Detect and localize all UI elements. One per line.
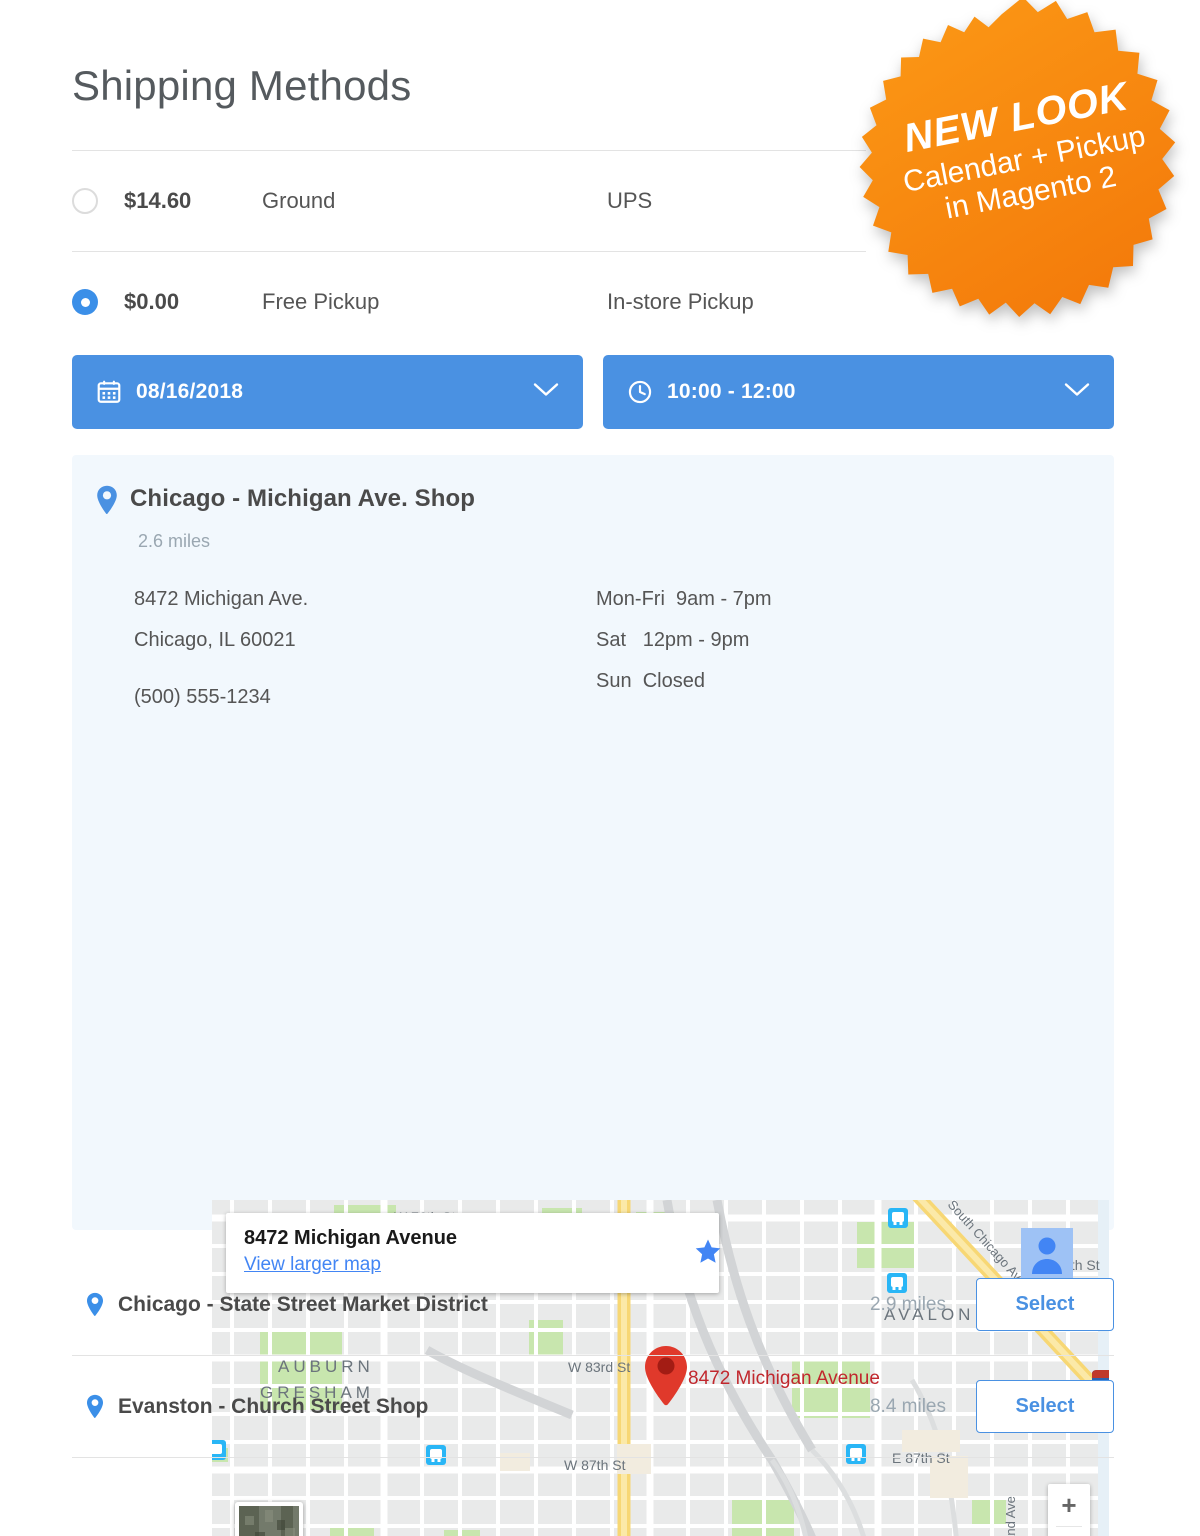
select-store-button[interactable]: Select	[976, 1380, 1114, 1433]
selected-store-header: Chicago - Michigan Ave. Shop	[96, 485, 475, 515]
zoom-in-button[interactable]: +	[1048, 1484, 1090, 1526]
method-price: $0.00	[124, 289, 180, 314]
date-select[interactable]: 08/16/2018	[72, 355, 583, 429]
radio-ground[interactable]	[72, 188, 98, 214]
selected-store-name: Chicago - Michigan Ave. Shop	[130, 485, 476, 512]
chevron-down-icon	[533, 382, 559, 403]
map-pin-icon	[86, 1292, 104, 1317]
page-title: Shipping Methods	[72, 62, 412, 109]
selected-store-details: 8472 Michigan Ave. Chicago, IL 60021 (50…	[134, 579, 1064, 718]
satellite-view-toggle[interactable]	[235, 1502, 303, 1536]
store-distance: 8.4 miles	[869, 1395, 946, 1417]
time-select[interactable]: 10:00 - 12:00	[603, 355, 1114, 429]
method-carrier: In-store Pickup	[607, 289, 754, 314]
store-list-item[interactable]: Evanston - Church Street Shop 8.4 miles …	[72, 1356, 1114, 1457]
new-look-badge: NEW LOOK Calendar + Pickup in Magento 2	[858, 0, 1188, 318]
date-value: 08/16/2018	[136, 380, 244, 403]
radio-free-pickup-wrap[interactable]	[72, 289, 124, 315]
shipping-methods-page: Shipping Methods $14.60 Ground UPS $0.00…	[0, 0, 1200, 1536]
select-store-button[interactable]: Select	[976, 1278, 1114, 1331]
selected-store-distance: 2.6 miles	[138, 531, 211, 551]
method-carrier: UPS	[607, 188, 653, 213]
map-zoom-controls[interactable]: + −	[1048, 1484, 1090, 1536]
hours-saturday: Sat 12pm - 9pm	[596, 629, 750, 651]
map-pin-icon	[86, 1394, 104, 1419]
selected-store-panel: Chicago - Michigan Ave. Shop 2.6 miles 8…	[72, 455, 1114, 1536]
zoom-out-button[interactable]: −	[1048, 1527, 1090, 1536]
chevron-down-icon	[1064, 382, 1090, 403]
shipping-method-row-ground[interactable]: $14.60 Ground UPS	[72, 151, 866, 251]
map-pin-icon	[96, 485, 118, 515]
shipping-methods-list: $14.60 Ground UPS $0.00 Free Pickup In-s…	[72, 150, 866, 352]
badge-text-block: NEW LOOK Calendar + Pickup in Magento 2	[830, 0, 1200, 346]
radio-ground-wrap[interactable]	[72, 188, 124, 214]
method-name: Ground	[262, 188, 336, 213]
selected-store-hours-column: Mon-Fri 9am - 7pm Sat 12pm - 9pm Sun Clo…	[596, 579, 1016, 718]
store-name: Evanston - Church Street Shop	[118, 1394, 429, 1418]
other-stores-list: Chicago - State Street Market District 2…	[72, 1254, 1114, 1458]
map-label-stony: S Stony Island Ave	[1003, 1496, 1018, 1536]
store-name: Chicago - State Street Market District	[118, 1292, 488, 1316]
store-distance: 2.9 miles	[869, 1293, 946, 1315]
map-label-w87th: W 87th St	[564, 1457, 626, 1473]
time-value: 10:00 - 12:00	[667, 380, 796, 403]
address-line-2: Chicago, IL 60021	[134, 629, 296, 651]
hours-weekday: Mon-Fri 9am - 7pm	[596, 588, 772, 610]
map-card-title: 8472 Michigan Avenue	[244, 1227, 458, 1249]
clock-icon	[627, 379, 653, 405]
method-price: $14.60	[124, 188, 192, 213]
divider	[72, 1457, 1114, 1458]
method-name: Free Pickup	[262, 289, 380, 314]
store-list-item[interactable]: Chicago - State Street Market District 2…	[72, 1254, 1114, 1355]
shipping-method-row-free-pickup[interactable]: $0.00 Free Pickup In-store Pickup	[72, 252, 866, 352]
pickup-schedule-selectors: 08/16/2018 10:00 - 12:00	[72, 355, 1114, 429]
calendar-icon	[96, 379, 122, 405]
hours-sunday: Sun Closed	[596, 670, 705, 692]
selected-store-address-column: 8472 Michigan Ave. Chicago, IL 60021 (50…	[134, 579, 596, 718]
radio-free-pickup[interactable]	[72, 289, 98, 315]
store-phone: (500) 555-1234	[134, 686, 271, 708]
address-line-1: 8472 Michigan Ave.	[134, 588, 309, 610]
